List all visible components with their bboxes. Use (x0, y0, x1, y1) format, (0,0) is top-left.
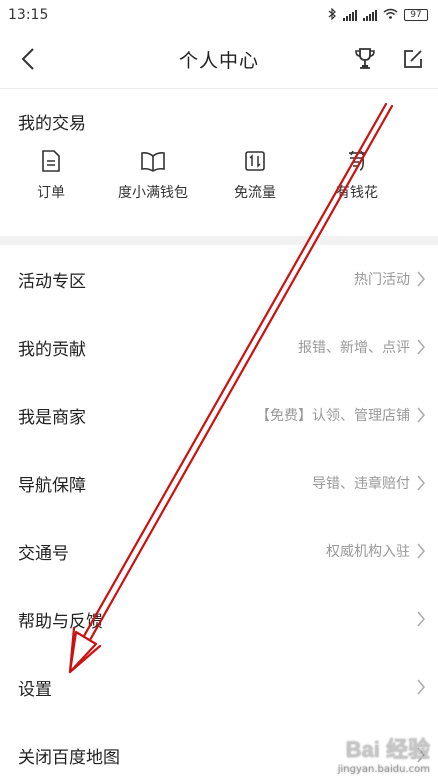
edit-icon (404, 50, 422, 68)
menu-item-label: 关闭百度地图 (18, 747, 120, 768)
trade-title: 我的交易 (18, 114, 86, 134)
menu-item-contributions[interactable]: 我的贡献 报错、新增、点评 (0, 313, 438, 381)
trade-item-label: 订单 (37, 185, 65, 201)
menu-item-label: 导航保障 (18, 475, 86, 496)
chevron-left-icon (21, 48, 34, 70)
trade-item-label: 度小满钱包 (118, 185, 188, 201)
document-icon (38, 148, 64, 174)
status-time: 13:15 (8, 7, 49, 23)
status-icons: 97 (328, 7, 428, 23)
menu-item-hint: 导错、违章赔付 (312, 476, 410, 492)
nav-bar: 个人中心 (0, 30, 438, 88)
signal-icon-2 (363, 9, 377, 21)
watermark: Bai 经验 jingyan.baidu.com (338, 732, 430, 775)
trade-item-wallet[interactable]: 度小满钱包 (102, 148, 204, 202)
data-transfer-icon (242, 148, 268, 174)
signal-icon (343, 9, 357, 21)
menu-item-traffic-account[interactable]: 交通号 权威机构入驻 (0, 517, 438, 585)
money-flower-icon (344, 148, 370, 174)
bluetooth-icon (328, 7, 337, 23)
chevron-right-icon (417, 679, 425, 695)
menu-item-label: 我的贡献 (18, 339, 86, 360)
trade-grid: 订单 度小满钱包 免流量 有钱花 (0, 148, 438, 202)
menu-item-hint: 权威机构入驻 (326, 544, 410, 560)
status-bar: 13:15 97 (0, 0, 438, 30)
menu-item-merchant[interactable]: 我是商家 【免费】认领、管理店铺 (0, 381, 438, 449)
menu-item-label: 设置 (18, 679, 52, 700)
menu-item-settings[interactable]: 设置 (0, 653, 438, 721)
chevron-right-icon (417, 475, 425, 491)
menu-item-label: 我是商家 (18, 407, 86, 428)
trade-item-label: 免流量 (234, 185, 276, 201)
trophy-icon (355, 48, 375, 69)
chevron-right-icon (417, 407, 425, 423)
trophy-button[interactable] (352, 45, 378, 73)
back-button[interactable] (14, 45, 42, 73)
chevron-right-icon (417, 611, 425, 627)
trade-item-orders[interactable]: 订单 (0, 148, 102, 202)
menu-list: 活动专区 热门活动 我的贡献 报错、新增、点评 我是商家 【免费】认领、管理店铺… (0, 245, 438, 781)
menu-item-hint: 报错、新增、点评 (298, 340, 410, 356)
edit-button[interactable] (400, 45, 426, 73)
trade-item-free-data[interactable]: 免流量 (204, 148, 306, 202)
menu-item-label: 交通号 (18, 543, 69, 564)
chevron-right-icon (417, 339, 425, 355)
book-icon (140, 148, 166, 174)
battery-icon: 97 (404, 9, 428, 21)
menu-item-activities[interactable]: 活动专区 热门活动 (0, 245, 438, 313)
trade-section: 我的交易 订单 度小满钱包 免流量 有钱花 (0, 89, 438, 236)
chevron-right-icon (417, 271, 425, 287)
trade-item-youqianhua[interactable]: 有钱花 (306, 148, 408, 202)
menu-item-hint: 【免费】认领、管理店铺 (256, 408, 410, 424)
menu-item-navigation-guarantee[interactable]: 导航保障 导错、违章赔付 (0, 449, 438, 517)
menu-item-hint: 热门活动 (354, 272, 410, 288)
section-divider (0, 236, 438, 245)
menu-item-label: 帮助与反馈 (18, 611, 103, 632)
menu-item-label: 活动专区 (18, 271, 86, 292)
chevron-right-icon (417, 543, 425, 559)
wifi-icon (383, 8, 398, 22)
menu-item-help-feedback[interactable]: 帮助与反馈 (0, 585, 438, 653)
trade-item-label: 有钱花 (336, 185, 378, 201)
watermark-url: jingyan.baidu.com (337, 764, 430, 775)
page-title: 个人中心 (178, 49, 259, 72)
watermark-logo: Bai 经验 (345, 737, 430, 762)
